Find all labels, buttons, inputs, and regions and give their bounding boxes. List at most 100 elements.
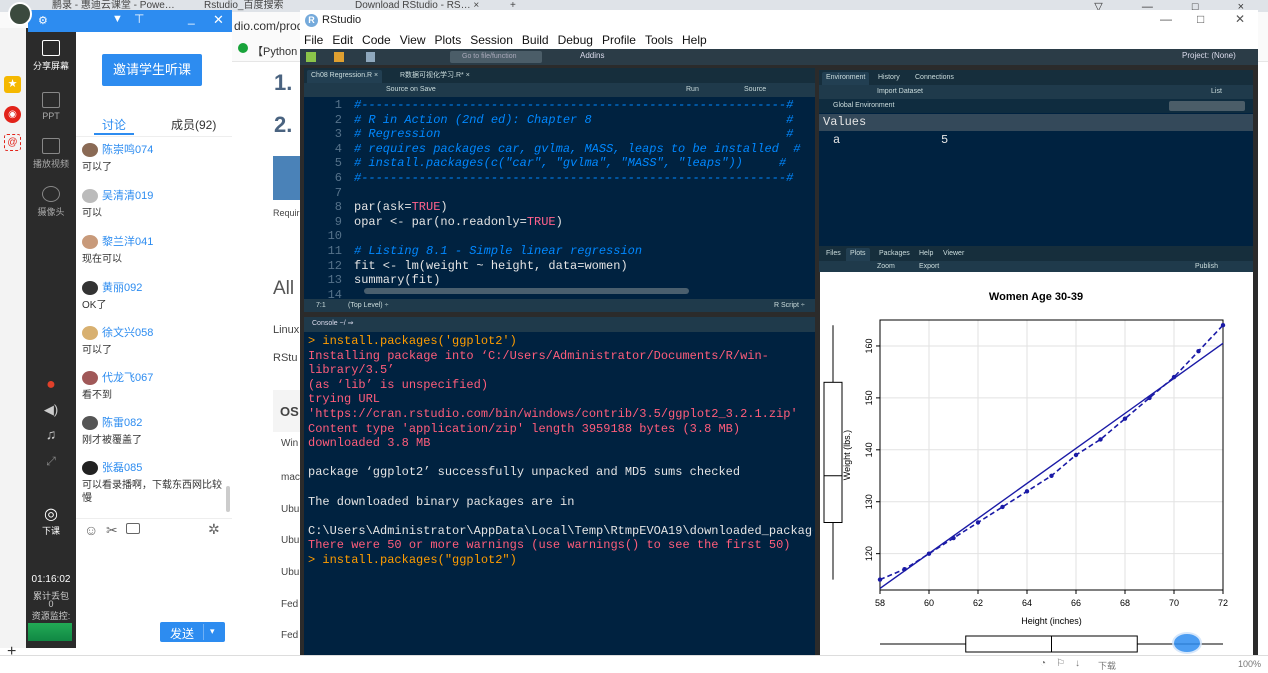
tab-history[interactable]: History [874, 72, 904, 85]
code-line[interactable]: 3 # Regression # [304, 127, 809, 142]
x-tick-label: 62 [973, 598, 983, 608]
menu-tools[interactable]: Tools [645, 33, 673, 47]
menu-file[interactable]: File [304, 33, 323, 47]
code-line[interactable]: 13 summary(fit) [304, 273, 809, 288]
status-icons[interactable]: ◔⚐↓ [1040, 658, 1090, 669]
addins-menu[interactable]: Addins [580, 51, 604, 60]
project-menu[interactable]: Project: (None) [1182, 51, 1236, 60]
send-options-icon[interactable]: ▾ [210, 626, 215, 637]
save-icon[interactable] [366, 52, 375, 62]
menu-build[interactable]: Build [522, 33, 549, 47]
minimize-icon[interactable]: _ [188, 11, 195, 25]
minimize-icon[interactable]: — [1160, 12, 1172, 26]
menu-profile[interactable]: Profile [602, 33, 636, 47]
pin-icon[interactable]: ⊤ [134, 12, 144, 26]
menu-plots[interactable]: Plots [435, 33, 462, 47]
menu-code[interactable]: Code [362, 33, 391, 47]
code-line[interactable]: 10 [304, 229, 809, 244]
menu-session[interactable]: Session [470, 33, 513, 47]
sender-name: 黎兰洋041 [102, 236, 154, 248]
code-line[interactable]: 6 #--------------------------------------… [304, 171, 809, 186]
tab-ch08-regression[interactable]: Ch08 Regression.R × [307, 70, 383, 83]
tab-viewer[interactable]: Viewer [939, 248, 969, 261]
music-icon[interactable]: ♫ [26, 426, 76, 442]
gear-icon[interactable]: ⚙ [38, 14, 48, 27]
list-view-button[interactable]: List [1211, 85, 1222, 99]
code-line[interactable]: 2 # R in Action (2nd ed): Chapter 8 # [304, 113, 809, 128]
horizontal-scrollbar[interactable] [364, 288, 689, 294]
code-text: #---------------------------------------… [354, 98, 794, 112]
scope-selector[interactable]: (Top Level) ÷ [348, 299, 388, 312]
file-type-selector[interactable]: R Script ÷ [774, 299, 805, 312]
close-icon[interactable]: ✕ [1235, 12, 1245, 26]
new-file-icon[interactable] [306, 52, 316, 62]
fullscreen-icon[interactable]: ⤢ [26, 454, 76, 469]
menu-help[interactable]: Help [682, 33, 707, 47]
avatar[interactable] [8, 2, 32, 26]
open-folder-icon[interactable] [334, 52, 344, 62]
code-line[interactable]: 9 opar <- par(no.readonly=TRUE) [304, 215, 809, 230]
code-line[interactable]: 5 # install.packages(c("car", "gvlma", "M… [304, 156, 809, 171]
chevron-down-icon[interactable]: ▼ [112, 13, 123, 25]
emoji-icon[interactable]: ☺ [84, 522, 98, 538]
code-editor[interactable]: 1 #--------------------------------------… [304, 98, 809, 298]
menu-view[interactable]: View [400, 33, 426, 47]
chat-scrollbar[interactable] [226, 486, 230, 512]
tab-plots[interactable]: Plots [846, 248, 870, 261]
play-video-button[interactable]: 播放视频 [26, 138, 76, 170]
close-icon[interactable]: ✕ [213, 12, 224, 28]
send-button[interactable]: 发送 ▾ [160, 622, 225, 642]
share-screen-button[interactable]: 分享屏幕 [26, 40, 76, 72]
floating-record-button[interactable] [1172, 632, 1202, 654]
source-button[interactable]: Source [744, 83, 766, 97]
publish-button[interactable]: Publish [1195, 261, 1218, 272]
run-button[interactable]: Run [686, 83, 699, 97]
console-tab[interactable]: Console ~/ ⇒ [312, 319, 353, 327]
zoom-level[interactable]: 100% [1238, 659, 1261, 669]
invite-students-button[interactable]: 邀请学生听课 [102, 54, 202, 86]
speaker-icon[interactable]: ◀) [26, 402, 76, 418]
source-on-save-checkbox[interactable]: Source on Save [386, 83, 436, 97]
tab-members[interactable]: 成员(92) [171, 116, 216, 133]
code-line[interactable]: 12 fit <- lm(weight ~ height, data=women) [304, 259, 809, 274]
code-line[interactable]: 1 #--------------------------------------… [304, 98, 809, 113]
console-output[interactable]: > install.packages('ggplot2') Installing … [308, 334, 813, 652]
tab-packages[interactable]: Packages [875, 248, 914, 261]
tab-discussion[interactable]: 讨论 [102, 116, 126, 133]
go-to-file-input[interactable]: Go to file/function [450, 51, 542, 63]
global-env-selector[interactable]: Global Environment [833, 99, 894, 113]
tab-files[interactable]: Files [822, 248, 845, 261]
code-line[interactable]: 11 # Listing 8.1 - Simple linear regressi… [304, 244, 809, 259]
end-class-button[interactable]: ◎ 下课 [26, 504, 76, 537]
camera-button[interactable]: 摄像头 [26, 186, 76, 218]
maximize-icon[interactable]: □ [1197, 12, 1204, 26]
bookmark-link[interactable]: 【Python [252, 43, 297, 59]
console-line: C:\Users\Administrator\AppData\Local\Tem… [308, 509, 813, 538]
tab-viz-script[interactable]: R数据可视化学习.R* × [396, 70, 474, 83]
download-label[interactable]: 下载 [1098, 659, 1116, 672]
env-search-input[interactable] [1169, 101, 1245, 111]
download-button[interactable] [273, 156, 300, 200]
tab-environment[interactable]: Environment [822, 72, 870, 85]
mic-icon[interactable]: ● [26, 376, 76, 394]
menu-edit[interactable]: Edit [332, 33, 353, 47]
export-button[interactable]: Export [919, 261, 939, 272]
code-line[interactable]: 4 # requires packages car, gvlma, MASS, l… [304, 142, 809, 157]
import-dataset-button[interactable]: Import Dataset [877, 85, 923, 99]
settings-icon[interactable]: ✲ [208, 521, 220, 538]
tab-connections[interactable]: Connections [911, 72, 958, 85]
favorites-icon[interactable]: ★ [4, 76, 21, 93]
weibo-icon[interactable]: ◉ [4, 106, 21, 123]
url-text[interactable]: dio.com/prod [234, 19, 303, 33]
image-icon[interactable] [126, 523, 140, 534]
scissors-icon[interactable]: ✂ [106, 522, 118, 539]
rstudio-titlebar: R RStudio — □ ✕ [300, 10, 1258, 32]
code-line[interactable]: 7 [304, 186, 809, 201]
menu-debug[interactable]: Debug [558, 33, 593, 47]
x-tick-label: 58 [875, 598, 885, 608]
ppt-button[interactable]: PPT [26, 92, 76, 121]
zoom-button[interactable]: Zoom [877, 261, 895, 272]
mail-icon[interactable]: @ [4, 134, 21, 151]
tab-help[interactable]: Help [915, 248, 938, 261]
code-line[interactable]: 8 par(ask=TRUE) [304, 200, 809, 215]
